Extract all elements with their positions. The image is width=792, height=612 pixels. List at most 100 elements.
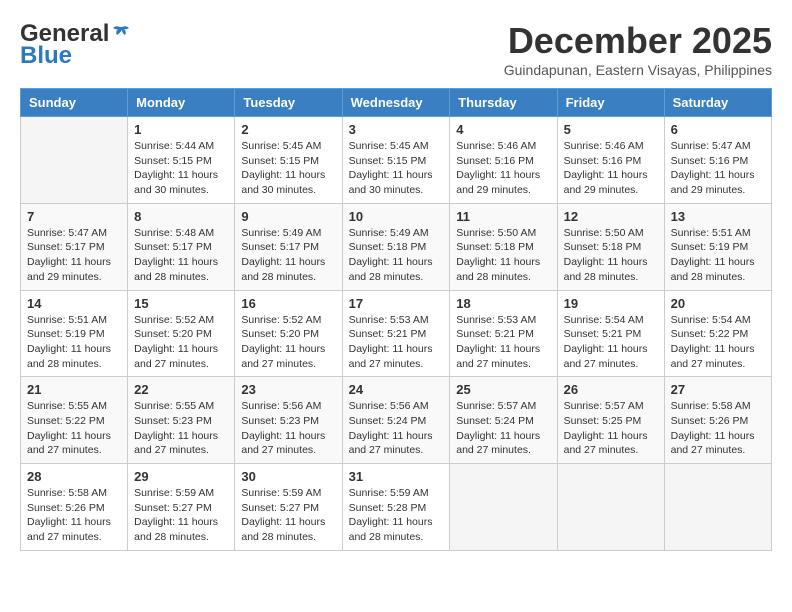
day-number: 6 (671, 122, 765, 137)
calendar-week-row: 21 Sunrise: 5:55 AMSunset: 5:22 PMDayligh… (21, 377, 772, 464)
calendar-cell: 15 Sunrise: 5:52 AMSunset: 5:20 PMDayligh… (128, 290, 235, 377)
day-info: Sunrise: 5:52 AMSunset: 5:20 PMDaylight:… (134, 313, 228, 372)
day-info: Sunrise: 5:52 AMSunset: 5:20 PMDaylight:… (241, 313, 335, 372)
day-number: 20 (671, 296, 765, 311)
calendar-cell (557, 464, 664, 551)
day-number: 31 (349, 469, 444, 484)
calendar-week-row: 28 Sunrise: 5:58 AMSunset: 5:26 PMDayligh… (21, 464, 772, 551)
calendar-cell: 23 Sunrise: 5:56 AMSunset: 5:23 PMDayligh… (235, 377, 342, 464)
calendar-cell: 11Sunrise: 5:50 AMSunset: 5:18 PMDayligh… (450, 203, 557, 290)
day-number: 27 (671, 382, 765, 397)
day-info: Sunrise: 5:50 AMSunset: 5:18 PMDaylight:… (456, 226, 550, 285)
column-header-friday: Friday (557, 89, 664, 117)
day-info: Sunrise: 5:58 AMSunset: 5:26 PMDaylight:… (671, 399, 765, 458)
calendar-cell: 9Sunrise: 5:49 AMSunset: 5:17 PMDaylight… (235, 203, 342, 290)
calendar-cell: 17 Sunrise: 5:53 AMSunset: 5:21 PMDayligh… (342, 290, 450, 377)
day-number: 7 (27, 209, 121, 224)
day-info: Sunrise: 5:45 AMSunset: 5:15 PMDaylight:… (349, 139, 444, 198)
day-info: Sunrise: 5:59 AMSunset: 5:28 PMDaylight:… (349, 486, 444, 545)
day-info: Sunrise: 5:49 AMSunset: 5:18 PMDaylight:… (349, 226, 444, 285)
column-header-monday: Monday (128, 89, 235, 117)
calendar-cell: 26 Sunrise: 5:57 AMSunset: 5:25 PMDayligh… (557, 377, 664, 464)
location-subtitle: Guindapunan, Eastern Visayas, Philippine… (504, 62, 772, 78)
day-info: Sunrise: 5:57 AMSunset: 5:25 PMDaylight:… (564, 399, 658, 458)
day-number: 19 (564, 296, 658, 311)
calendar-cell: 25 Sunrise: 5:57 AMSunset: 5:24 PMDayligh… (450, 377, 557, 464)
calendar-cell: 8 Sunrise: 5:48 AMSunset: 5:17 PMDaylight… (128, 203, 235, 290)
calendar-cell: 10 Sunrise: 5:49 AMSunset: 5:18 PMDayligh… (342, 203, 450, 290)
calendar-cell: 2 Sunrise: 5:45 AMSunset: 5:15 PMDaylight… (235, 117, 342, 204)
day-info: Sunrise: 5:58 AMSunset: 5:26 PMDaylight:… (27, 486, 121, 545)
calendar-cell: 3Sunrise: 5:45 AMSunset: 5:15 PMDaylight… (342, 117, 450, 204)
day-info: Sunrise: 5:57 AMSunset: 5:24 PMDaylight:… (456, 399, 550, 458)
calendar-cell: 14 Sunrise: 5:51 AMSunset: 5:19 PMDayligh… (21, 290, 128, 377)
day-info: Sunrise: 5:55 AMSunset: 5:23 PMDaylight:… (134, 399, 228, 458)
calendar-week-row: 1 Sunrise: 5:44 AMSunset: 5:15 PMDaylight… (21, 117, 772, 204)
day-number: 4 (456, 122, 550, 137)
day-info: Sunrise: 5:45 AMSunset: 5:15 PMDaylight:… (241, 139, 335, 198)
day-info: Sunrise: 5:53 AMSunset: 5:21 PMDaylight:… (349, 313, 444, 372)
logo: General Blue (20, 20, 133, 70)
calendar-cell (450, 464, 557, 551)
column-header-sunday: Sunday (21, 89, 128, 117)
day-info: Sunrise: 5:53 AMSunset: 5:21 PMDaylight:… (456, 313, 550, 372)
day-info: Sunrise: 5:59 AMSunset: 5:27 PMDaylight:… (241, 486, 335, 545)
calendar-cell: 29Sunrise: 5:59 AMSunset: 5:27 PMDayligh… (128, 464, 235, 551)
day-info: Sunrise: 5:56 AMSunset: 5:24 PMDaylight:… (349, 399, 444, 458)
calendar-cell: 28 Sunrise: 5:58 AMSunset: 5:26 PMDayligh… (21, 464, 128, 551)
day-number: 10 (349, 209, 444, 224)
day-info: Sunrise: 5:46 AMSunset: 5:16 PMDaylight:… (456, 139, 550, 198)
day-info: Sunrise: 5:49 AMSunset: 5:17 PMDaylight:… (241, 226, 335, 285)
calendar-cell: 1 Sunrise: 5:44 AMSunset: 5:15 PMDaylight… (128, 117, 235, 204)
calendar-cell: 19 Sunrise: 5:54 AMSunset: 5:21 PMDayligh… (557, 290, 664, 377)
day-info: Sunrise: 5:44 AMSunset: 5:15 PMDaylight:… (134, 139, 228, 198)
calendar-week-row: 7 Sunrise: 5:47 AMSunset: 5:17 PMDaylight… (21, 203, 772, 290)
day-number: 22 (134, 382, 228, 397)
day-number: 15 (134, 296, 228, 311)
calendar-cell: 4 Sunrise: 5:46 AMSunset: 5:16 PMDaylight… (450, 117, 557, 204)
calendar-cell (21, 117, 128, 204)
day-number: 14 (27, 296, 121, 311)
day-info: Sunrise: 5:48 AMSunset: 5:17 PMDaylight:… (134, 226, 228, 285)
day-info: Sunrise: 5:51 AMSunset: 5:19 PMDaylight:… (27, 313, 121, 372)
day-number: 23 (241, 382, 335, 397)
logo-bird-icon (111, 23, 133, 45)
day-number: 2 (241, 122, 335, 137)
calendar-cell: 27 Sunrise: 5:58 AMSunset: 5:26 PMDayligh… (664, 377, 771, 464)
day-number: 17 (349, 296, 444, 311)
day-info: Sunrise: 5:47 AMSunset: 5:17 PMDaylight:… (27, 226, 121, 285)
day-info: Sunrise: 5:55 AMSunset: 5:22 PMDaylight:… (27, 399, 121, 458)
day-number: 26 (564, 382, 658, 397)
calendar-header-row: SundayMondayTuesdayWednesdayThursdayFrid… (21, 89, 772, 117)
column-header-thursday: Thursday (450, 89, 557, 117)
calendar-cell: 5Sunrise: 5:46 AMSunset: 5:16 PMDaylight… (557, 117, 664, 204)
day-number: 1 (134, 122, 228, 137)
day-info: Sunrise: 5:50 AMSunset: 5:18 PMDaylight:… (564, 226, 658, 285)
day-info: Sunrise: 5:47 AMSunset: 5:16 PMDaylight:… (671, 139, 765, 198)
calendar-cell: 7 Sunrise: 5:47 AMSunset: 5:17 PMDaylight… (21, 203, 128, 290)
day-info: Sunrise: 5:46 AMSunset: 5:16 PMDaylight:… (564, 139, 658, 198)
calendar-table: SundayMondayTuesdayWednesdayThursdayFrid… (20, 88, 772, 551)
day-info: Sunrise: 5:54 AMSunset: 5:22 PMDaylight:… (671, 313, 765, 372)
calendar-cell: 30 Sunrise: 5:59 AMSunset: 5:27 PMDayligh… (235, 464, 342, 551)
calendar-cell: 16 Sunrise: 5:52 AMSunset: 5:20 PMDayligh… (235, 290, 342, 377)
calendar-cell: 12 Sunrise: 5:50 AMSunset: 5:18 PMDayligh… (557, 203, 664, 290)
day-number: 29 (134, 469, 228, 484)
column-header-tuesday: Tuesday (235, 89, 342, 117)
calendar-cell: 20 Sunrise: 5:54 AMSunset: 5:22 PMDayligh… (664, 290, 771, 377)
day-number: 16 (241, 296, 335, 311)
day-info: Sunrise: 5:56 AMSunset: 5:23 PMDaylight:… (241, 399, 335, 458)
day-number: 28 (27, 469, 121, 484)
calendar-week-row: 14 Sunrise: 5:51 AMSunset: 5:19 PMDayligh… (21, 290, 772, 377)
day-number: 30 (241, 469, 335, 484)
day-number: 25 (456, 382, 550, 397)
day-number: 21 (27, 382, 121, 397)
calendar-cell: 21 Sunrise: 5:55 AMSunset: 5:22 PMDayligh… (21, 377, 128, 464)
day-number: 8 (134, 209, 228, 224)
column-header-wednesday: Wednesday (342, 89, 450, 117)
day-number: 24 (349, 382, 444, 397)
column-header-saturday: Saturday (664, 89, 771, 117)
calendar-cell: 13Sunrise: 5:51 AMSunset: 5:19 PMDayligh… (664, 203, 771, 290)
day-number: 12 (564, 209, 658, 224)
day-info: Sunrise: 5:54 AMSunset: 5:21 PMDaylight:… (564, 313, 658, 372)
